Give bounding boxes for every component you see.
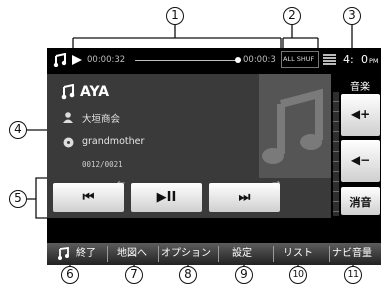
- menu-separator: [218, 246, 219, 262]
- menu-item-navi-volume[interactable]: ナビ音量: [332, 247, 372, 261]
- album-name: grandmother: [82, 136, 145, 147]
- next-button[interactable]: ⏭: [209, 183, 280, 212]
- music-note-icon: [53, 53, 67, 67]
- previous-button[interactable]: ⏮: [53, 183, 124, 212]
- song-icon: [61, 84, 75, 100]
- source-label: 音楽: [350, 82, 370, 93]
- menu-item-options[interactable]: オプション: [161, 247, 211, 261]
- callout-2: 2: [283, 7, 301, 25]
- volume-down-button[interactable]: ◀−: [341, 140, 380, 182]
- artist-icon: [63, 112, 73, 123]
- mute-label: 消音: [349, 196, 372, 209]
- menu-separator: [158, 246, 159, 262]
- callout-11: 11: [344, 266, 362, 284]
- next-icon: ⏭: [238, 190, 251, 205]
- album-art-note-icon: [259, 74, 331, 178]
- volume-up-button[interactable]: ◀+: [341, 94, 380, 136]
- menu-separator: [329, 246, 330, 262]
- elapsed-time: 00:00:32: [87, 55, 126, 65]
- callout-9: 9: [235, 266, 253, 284]
- play-status-icon: [72, 55, 82, 65]
- volume-up-icon: ◀+: [350, 107, 371, 121]
- playmode-text: ALL SHUF: [283, 55, 315, 63]
- menu-item-list[interactable]: リスト: [283, 247, 313, 261]
- play-pause-button[interactable]: ▶II: [131, 183, 202, 212]
- track-title: AYA: [80, 84, 110, 100]
- signal-icon: [323, 54, 336, 65]
- play-pause-icon: ▶II: [156, 190, 177, 205]
- previous-icon: ⏮: [82, 190, 95, 205]
- clock-minute: 0: [361, 53, 368, 66]
- callout-10: 10: [289, 266, 307, 284]
- callout-4: 4: [9, 121, 27, 139]
- total-time: 00:00:3: [243, 55, 276, 65]
- leader-1: [72, 25, 282, 48]
- music-end-icon: [58, 247, 69, 260]
- bottom-menu-bar: [47, 243, 381, 265]
- volume-level-bar: [333, 92, 339, 216]
- callout-3: 3: [343, 7, 361, 25]
- callout-8: 8: [179, 266, 197, 284]
- callout-1: 1: [166, 7, 184, 25]
- status-bar: 00:00:32 00:00:3 ALL SHUF 4: 0 PM: [47, 48, 381, 72]
- menu-separator: [273, 246, 274, 262]
- volume-down-icon: ◀−: [350, 153, 371, 167]
- menu-separator: [107, 246, 108, 262]
- callout-7: 7: [125, 266, 143, 284]
- mute-button[interactable]: 消音: [341, 187, 380, 215]
- callout-5: 5: [9, 190, 27, 208]
- menu-item-settings[interactable]: 設定: [232, 247, 252, 261]
- progress-track[interactable]: [135, 60, 237, 61]
- track-number: 0012/0021: [82, 160, 123, 169]
- leader-2: [282, 25, 319, 48]
- clock-ampm: PM: [369, 57, 379, 65]
- clock-hour: 4:: [343, 53, 354, 66]
- callout-6: 6: [61, 266, 79, 284]
- menu-item-end[interactable]: 終了: [76, 247, 96, 261]
- progress-knob[interactable]: [235, 57, 241, 63]
- artist-name: 大垣商会: [82, 114, 121, 125]
- album-icon: [63, 137, 74, 148]
- menu-item-to-map[interactable]: 地図へ: [117, 247, 147, 261]
